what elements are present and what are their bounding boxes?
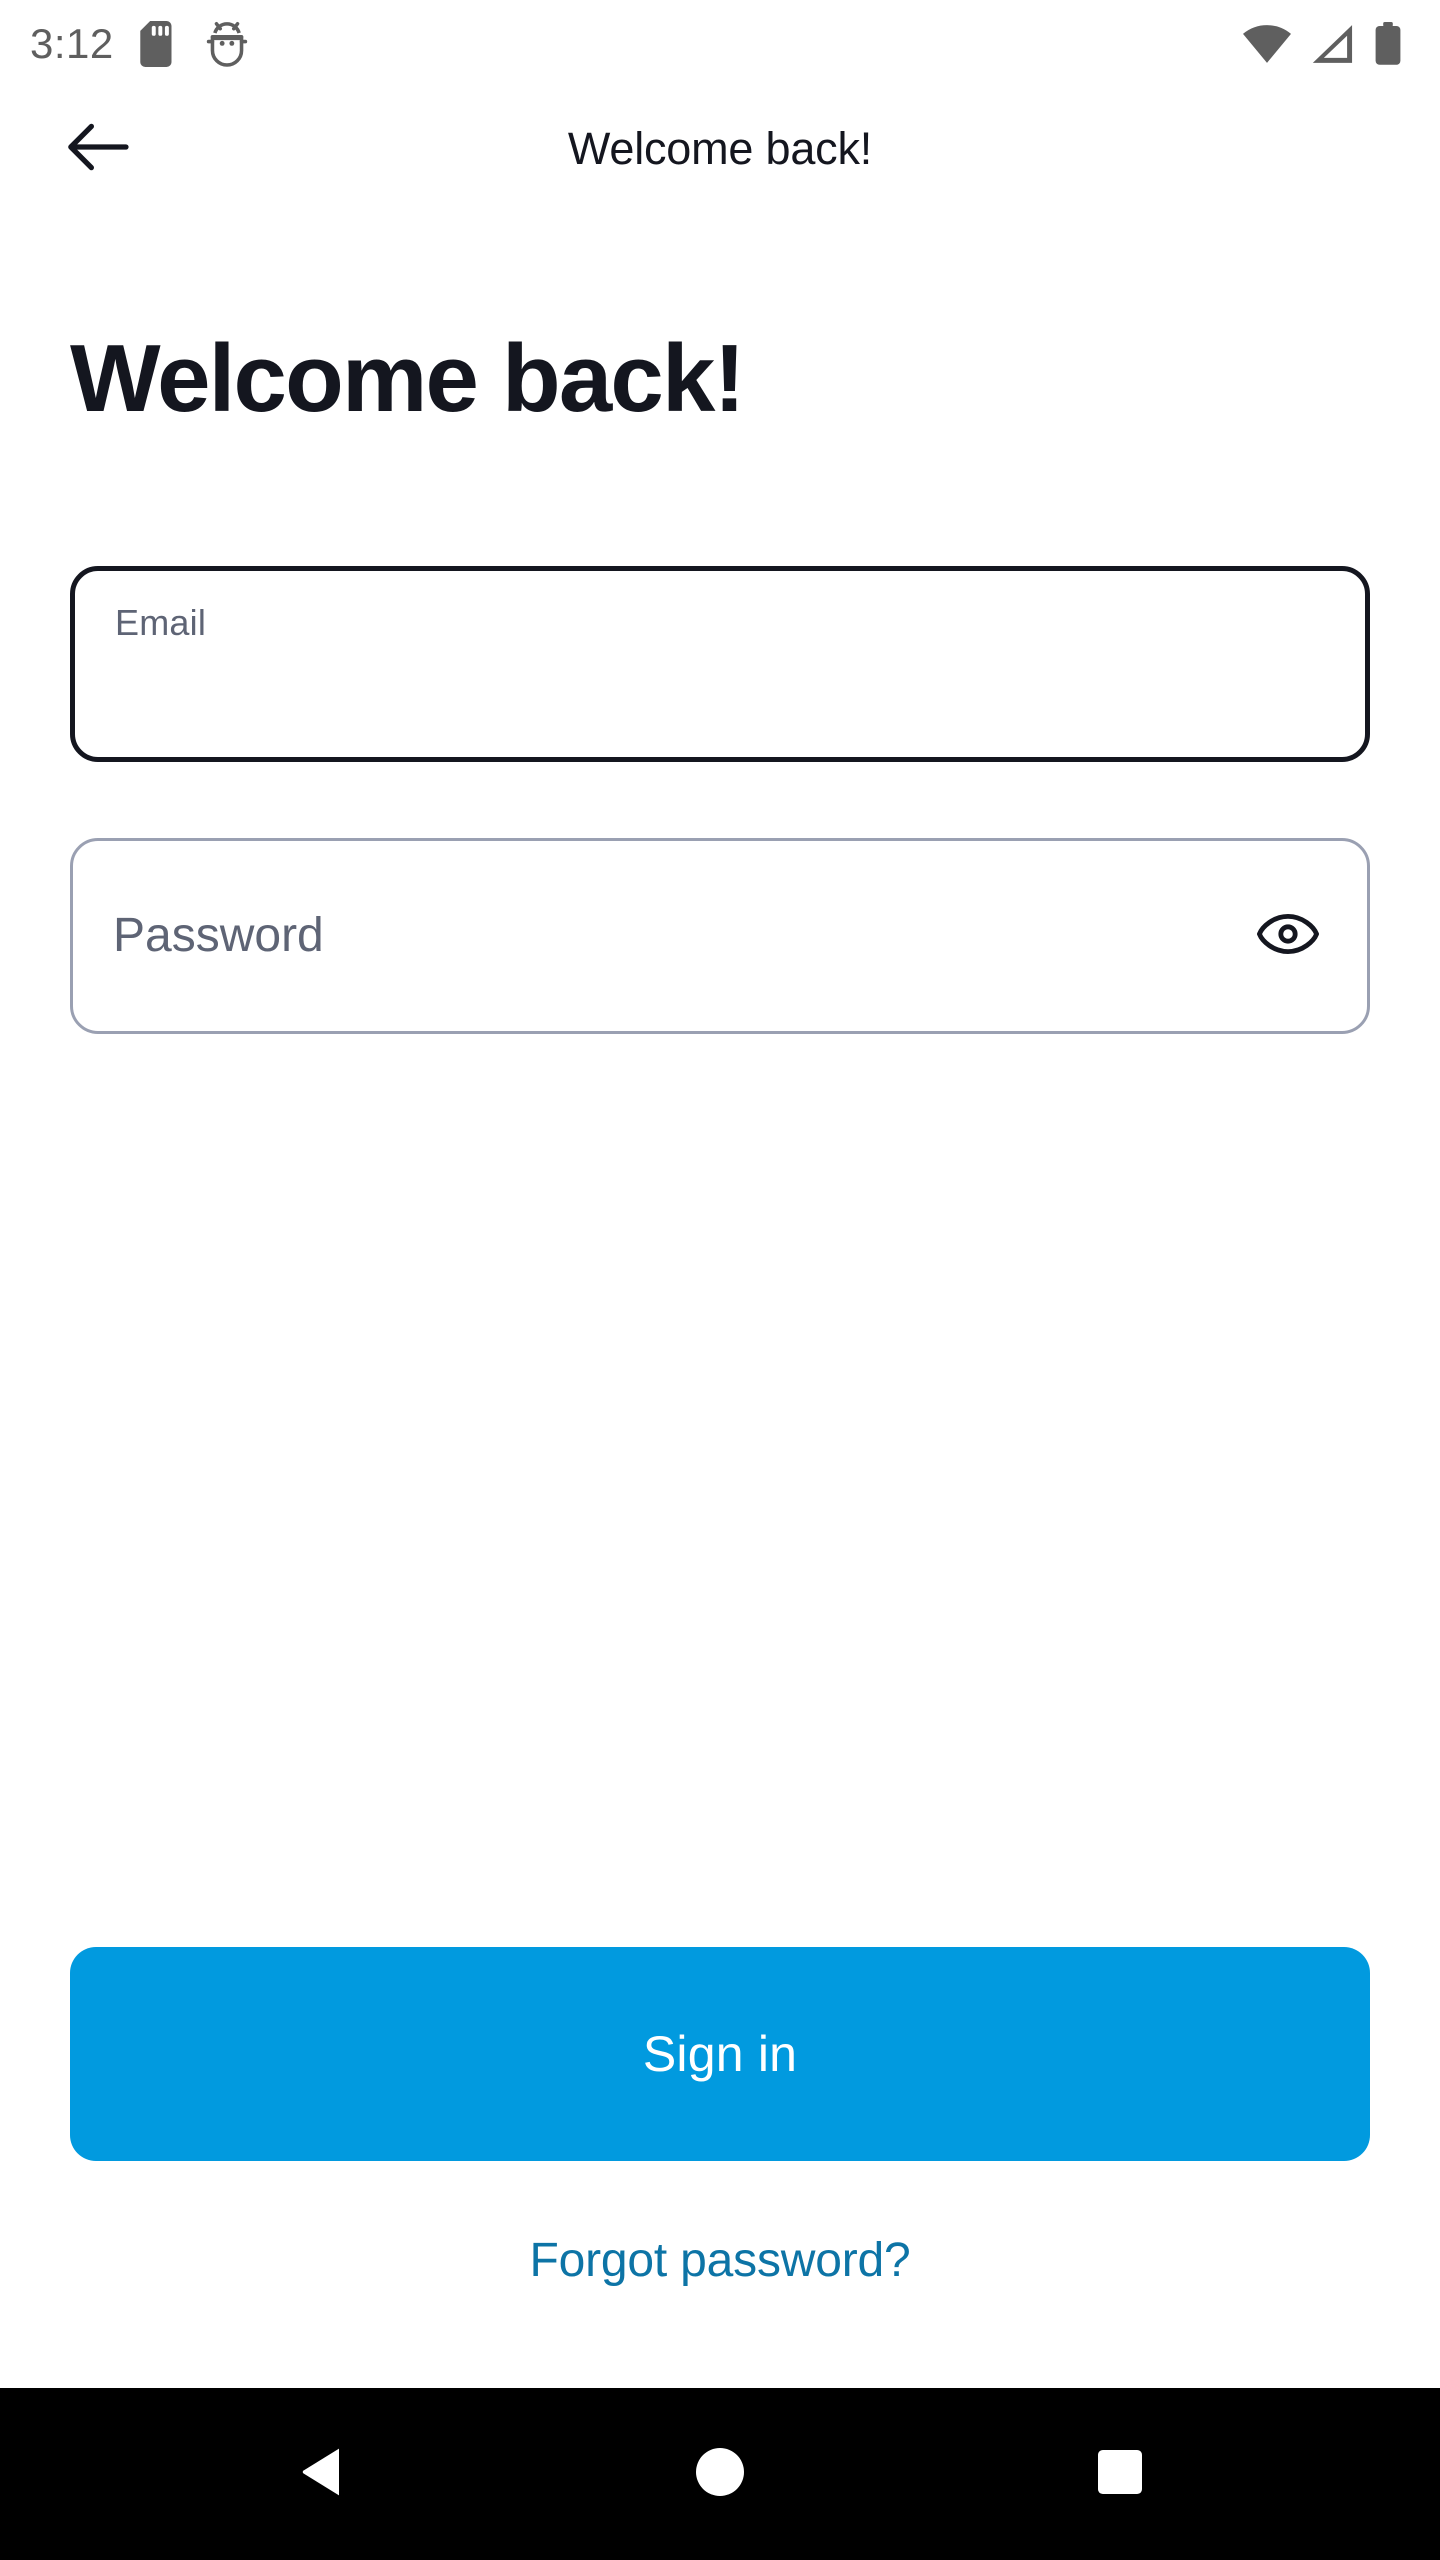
back-triangle-icon xyxy=(297,2446,343,2503)
sd-card-icon xyxy=(140,21,180,67)
nav-back-button[interactable] xyxy=(255,2409,385,2539)
battery-icon xyxy=(1374,22,1402,66)
status-bar: 3:12 xyxy=(0,0,1440,88)
page-title: Welcome back! xyxy=(70,325,746,432)
home-circle-icon xyxy=(694,2446,746,2503)
nav-home-button[interactable] xyxy=(655,2409,785,2539)
back-button[interactable] xyxy=(48,99,148,199)
email-field[interactable]: Email xyxy=(70,566,1370,763)
password-input[interactable] xyxy=(113,907,1225,965)
password-visibility-toggle[interactable] xyxy=(1249,897,1327,975)
phone-screen: 3:12 Welcome back! Welcome back! Email S… xyxy=(0,0,1440,2560)
app-bar-title: Welcome back! xyxy=(567,123,873,174)
app-bar: Welcome back! xyxy=(0,88,1440,210)
wifi-icon xyxy=(1242,24,1292,64)
password-field[interactable] xyxy=(70,838,1370,1035)
status-bar-left: 3:12 xyxy=(30,21,248,67)
forgot-password-link[interactable]: Forgot password? xyxy=(530,2233,911,2288)
cellular-signal-icon xyxy=(1310,24,1356,64)
email-input[interactable] xyxy=(115,663,1325,719)
android-bug-icon xyxy=(206,21,248,67)
nav-recents-button[interactable] xyxy=(1055,2409,1185,2539)
email-field-label: Email xyxy=(115,602,207,644)
status-bar-right xyxy=(1242,22,1402,66)
bottom-padding xyxy=(70,2288,1370,2388)
recents-square-icon xyxy=(1096,2448,1144,2501)
flexible-spacer xyxy=(70,1034,1370,1947)
sign-in-button[interactable]: Sign in xyxy=(70,1947,1370,2161)
android-navigation-bar xyxy=(0,2388,1440,2560)
arrow-left-icon xyxy=(67,122,129,177)
content-area: Welcome back! Email Sign in Forgot passw… xyxy=(0,210,1440,2388)
sign-in-form: Email xyxy=(70,566,1370,1035)
eye-icon xyxy=(1257,912,1319,961)
status-bar-clock: 3:12 xyxy=(30,20,114,67)
